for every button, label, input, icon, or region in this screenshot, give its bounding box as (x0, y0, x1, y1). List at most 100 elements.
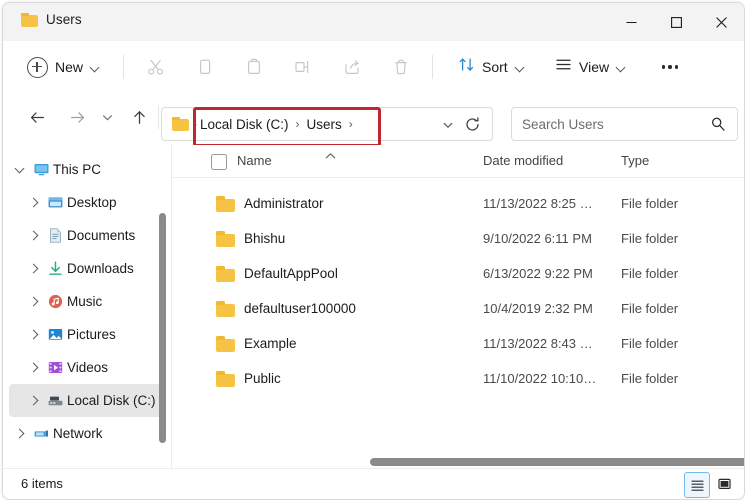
minimize-button[interactable] (609, 3, 654, 41)
sidebar-item-label: Videos (67, 360, 109, 375)
paste-button[interactable] (237, 51, 271, 83)
breadcrumb-item-drive[interactable]: Local Disk (C:) (200, 117, 289, 132)
table-row[interactable]: DefaultAppPool 6/13/2022 9:22 PM File fo… (172, 257, 744, 292)
new-button-label: New (55, 59, 84, 75)
file-date-modified: 6/13/2022 9:22 PM (483, 266, 593, 281)
details-view-button[interactable] (684, 472, 710, 498)
large-icons-view-button[interactable] (712, 472, 736, 496)
sidebar-scrollbar[interactable] (158, 145, 169, 469)
view-button[interactable]: View (548, 51, 632, 83)
file-type: File folder (621, 336, 679, 351)
breadcrumb-item-users[interactable]: Users (307, 117, 342, 132)
chevron-right-icon[interactable] (23, 197, 43, 208)
folder-icon (216, 196, 235, 212)
sidebar-item-this-pc[interactable]: This PC (9, 153, 165, 186)
chevron-down-icon (90, 63, 99, 72)
cut-button[interactable] (139, 51, 173, 83)
search-icon[interactable] (710, 116, 726, 132)
window-title: Users (46, 12, 82, 27)
file-date-modified: 9/10/2022 6:11 PM (483, 231, 592, 246)
hamburger-icon (555, 56, 572, 78)
command-bar: New Sort View (3, 41, 744, 93)
sidebar-item-downloads[interactable]: Downloads (9, 252, 165, 285)
sidebar-item-desktop[interactable]: Desktop (9, 186, 165, 219)
chevron-right-icon[interactable] (23, 329, 43, 340)
file-rows-container: Administrator 11/13/2022 8:25 … File fol… (172, 187, 744, 397)
share-button[interactable] (335, 51, 369, 83)
file-name: Bhishu (244, 231, 286, 246)
chevron-right-icon[interactable] (23, 395, 43, 406)
drive-icon (43, 392, 67, 409)
file-explorer-window: Users New Sort View › Local Disk (C:) › … (2, 2, 745, 500)
toolbar-divider-1 (123, 55, 124, 79)
select-all-checkbox[interactable] (211, 154, 227, 170)
sidebar-item-label: Music (67, 294, 103, 309)
maximize-button[interactable] (654, 3, 699, 41)
file-type: File folder (621, 231, 679, 246)
plus-circle-icon (27, 56, 48, 78)
chevron-right-icon[interactable] (23, 362, 43, 373)
toolbar-divider-2 (432, 55, 433, 79)
address-dropdown-button[interactable] (442, 118, 454, 130)
column-header-date-modified[interactable]: Date modified (483, 153, 563, 168)
up-button[interactable] (123, 101, 155, 133)
folder-icon (172, 117, 189, 131)
file-date-modified: 11/13/2022 8:43 … (483, 336, 593, 351)
recent-locations-button[interactable] (91, 101, 123, 133)
table-row[interactable]: Bhishu 9/10/2022 6:11 PM File folder (172, 222, 744, 257)
file-type: File folder (621, 196, 679, 211)
sidebar-item-documents[interactable]: Documents (9, 219, 165, 252)
sidebar-item-pictures[interactable]: Pictures (9, 318, 165, 351)
pictures-icon (43, 326, 67, 343)
view-button-label: View (579, 59, 610, 75)
rename-button[interactable] (286, 51, 320, 83)
column-header-type[interactable]: Type (621, 153, 649, 168)
chevron-right-icon[interactable] (23, 230, 43, 241)
sort-button[interactable]: Sort (451, 51, 531, 83)
search-box[interactable]: Search Users (511, 107, 738, 141)
search-input[interactable]: Search Users (522, 117, 604, 132)
window-title-group: Users (21, 12, 82, 27)
sidebar-item-music[interactable]: Music (9, 285, 165, 318)
new-button[interactable]: New (19, 51, 107, 83)
file-type: File folder (621, 371, 679, 386)
sidebar-item-label: Desktop (67, 195, 117, 210)
sort-button-label: Sort (482, 59, 508, 75)
sidebar-item-videos[interactable]: Videos (9, 351, 165, 384)
sidebar-scrollbar-thumb[interactable] (159, 213, 166, 443)
breadcrumb-separator-trailing[interactable]: › (349, 117, 353, 131)
horizontal-scrollbar[interactable] (341, 453, 744, 469)
navigation-pane[interactable]: This PC Desktop Documents Downloads Musi… (3, 145, 171, 469)
sort-arrows-icon (458, 56, 475, 78)
folder-icon (216, 231, 235, 247)
table-row[interactable]: Administrator 11/13/2022 8:25 … File fol… (172, 187, 744, 222)
refresh-button[interactable] (464, 116, 482, 134)
item-count-label: 6 items (21, 476, 63, 491)
dot-icon (661, 65, 666, 69)
address-bar[interactable]: › Local Disk (C:) › Users › (161, 107, 493, 141)
chevron-right-icon[interactable] (23, 263, 43, 274)
breadcrumb-separator: › (193, 117, 197, 131)
copy-button[interactable] (188, 51, 222, 83)
horizontal-scrollbar-thumb[interactable] (370, 458, 744, 466)
back-button[interactable] (21, 101, 53, 133)
file-type: File folder (621, 266, 679, 281)
file-name: Example (244, 336, 297, 351)
chevron-right-icon[interactable] (9, 428, 29, 439)
sidebar-item-label: Downloads (67, 261, 134, 276)
content-area: This PC Desktop Documents Downloads Musi… (3, 145, 744, 469)
sidebar-item-network[interactable]: Network (9, 417, 165, 450)
file-date-modified: 11/13/2022 8:25 … (483, 196, 593, 211)
forward-button[interactable] (61, 101, 93, 133)
delete-button[interactable] (384, 51, 418, 83)
table-row[interactable]: defaultuser100000 10/4/2019 2:32 PM File… (172, 292, 744, 327)
chevron-right-icon[interactable] (23, 296, 43, 307)
table-row[interactable]: Public 11/10/2022 10:10… File folder (172, 362, 744, 397)
column-header-name[interactable]: Name (237, 153, 272, 168)
table-row[interactable]: Example 11/13/2022 8:43 … File folder (172, 327, 744, 362)
sidebar-item-local-disk[interactable]: Local Disk (C:) (9, 384, 165, 417)
chevron-expanded-icon[interactable] (9, 163, 29, 174)
chevron-down-icon (515, 63, 524, 72)
close-button[interactable] (699, 3, 744, 41)
more-options-button[interactable] (653, 51, 687, 83)
